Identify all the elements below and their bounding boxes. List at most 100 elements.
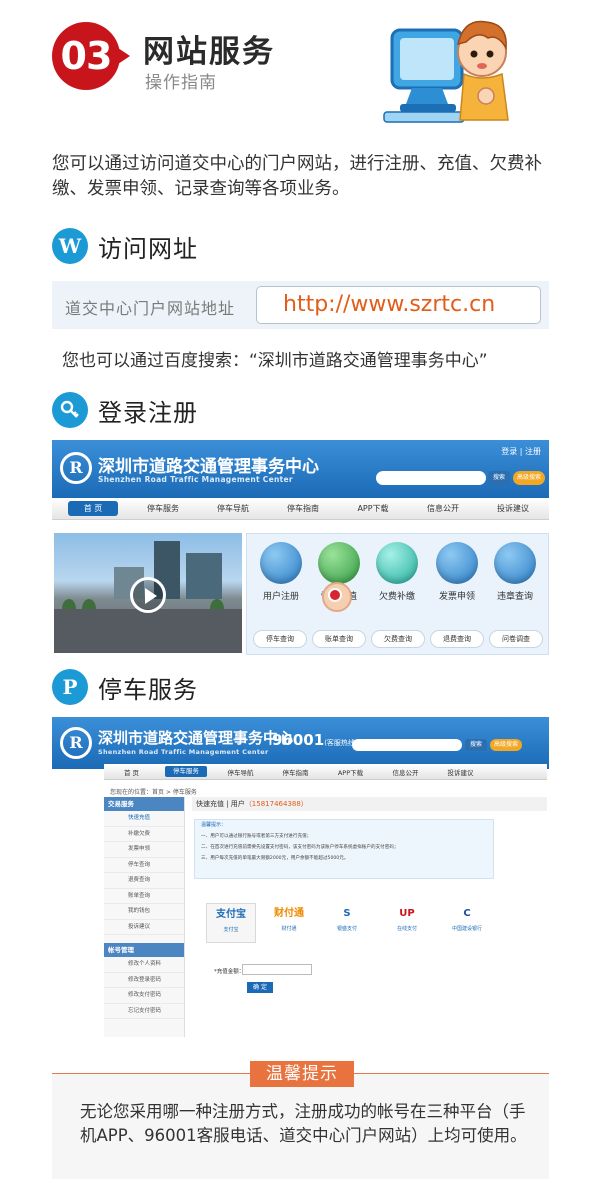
quick-link-parking-query[interactable]: 停车查询 bbox=[253, 630, 307, 648]
sidebar-item-wallet[interactable]: 我的钱包 bbox=[104, 904, 184, 920]
recharge-title: 快速充值 | 用户（15817464388） bbox=[192, 797, 547, 811]
nav-app-download[interactable]: APP下载 bbox=[338, 503, 408, 514]
portal-nav-bar: 首 页 停车服务 停车导航 停车指南 APP下载 信息公开 投诉建议 bbox=[104, 764, 547, 780]
nav-info-disclosure[interactable]: 信息公开 bbox=[408, 503, 478, 514]
section-heading-parking: P 停车服务 bbox=[52, 668, 198, 706]
sidebar-item-change-pay-password[interactable]: 修改支付密码 bbox=[104, 988, 184, 1004]
nav-parking-guide[interactable]: 停车指南 bbox=[268, 767, 323, 777]
sidebar-group-trading: 交易服务 bbox=[104, 797, 184, 811]
badge-number: 03 bbox=[60, 34, 113, 78]
login-register-links[interactable]: 登录 | 注册 bbox=[501, 446, 541, 457]
recharge-tip-2: 二、在首次进行充值前需要先设置支付密码，该支付密码为该账户停车系统虚拟账户的支付… bbox=[201, 845, 399, 850]
road-shape bbox=[54, 609, 242, 653]
portal-search-button[interactable]: 搜索 bbox=[488, 471, 510, 485]
play-icon[interactable] bbox=[130, 577, 166, 613]
service-user-register[interactable]: 用户注册 bbox=[253, 542, 309, 602]
service-invoice-request[interactable]: 发票申领 bbox=[429, 542, 485, 602]
portal-name-en: Shenzhen Road Traffic Management Center bbox=[98, 748, 269, 756]
recharge-tips-box: 温馨提示： 一、用户可以通过银行账号或者第三方支付进行充值； 二、在首次进行充值… bbox=[194, 819, 494, 879]
baidu-search-hint: 您也可以通过百度搜索：“深圳市道路交通管理事务中心” bbox=[62, 351, 488, 371]
nav-home[interactable]: 首 页 bbox=[104, 767, 159, 777]
portal-search-button[interactable]: 搜索 bbox=[465, 739, 487, 751]
recharge-tips-title: 温馨提示： bbox=[201, 822, 227, 828]
page-subtitle: 操作指南 bbox=[145, 73, 217, 93]
recharge-main-panel: 快速充值 | 用户（15817464388） 温馨提示： 一、用户可以通过银行账… bbox=[192, 797, 547, 1037]
tenpay-logo-icon: 财付通 bbox=[274, 908, 304, 919]
recharge-tip-3: 三、用户每次充值的单笔最大限额2000元，用户余额不能超过5000元。 bbox=[201, 856, 349, 861]
recharge-tip-1: 一、用户可以通过银行账号或者第三方支付进行充值； bbox=[201, 834, 312, 839]
unionpay-logo-icon: UP bbox=[399, 908, 415, 919]
sidebar-item-quick-recharge[interactable]: 快速充值 bbox=[104, 811, 184, 827]
recharge-amount-label: *充值金额： bbox=[214, 969, 245, 975]
portal-name-en: Shenzhen Road Traffic Management Center bbox=[98, 475, 293, 484]
portal-homepage-screenshot: R 深圳市道路交通管理事务中心 Shenzhen Road Traffic Ma… bbox=[52, 440, 549, 655]
nav-parking-guide[interactable]: 停车指南 bbox=[268, 503, 338, 514]
nav-complaints[interactable]: 投诉建议 bbox=[433, 767, 488, 777]
nav-complaints[interactable]: 投诉建议 bbox=[478, 503, 548, 514]
nav-parking-service[interactable]: 停车服务 bbox=[128, 503, 198, 514]
section-title-parking: 停车服务 bbox=[98, 675, 198, 704]
invoice-icon bbox=[436, 542, 478, 584]
recharge-amount-input[interactable] bbox=[242, 964, 312, 975]
sidebar-item-complaints[interactable]: 投诉建议 bbox=[104, 920, 184, 935]
portal-address-label: 道交中心门户网站地址 bbox=[65, 299, 236, 318]
nav-info-disclosure[interactable]: 信息公开 bbox=[378, 767, 433, 777]
portal-name-cn: 深圳市道路交通管理事务中心 bbox=[98, 729, 294, 747]
nav-parking-navigation[interactable]: 停车导航 bbox=[198, 503, 268, 514]
quick-link-refund-query[interactable]: 退费查询 bbox=[430, 630, 484, 648]
intro-paragraph: 您可以通过访问道交中心的门户网站，进行注册、充值、欠费补缴、发票申领、记录查询等… bbox=[52, 154, 542, 199]
nav-home[interactable]: 首 页 bbox=[68, 501, 118, 516]
alipay-logo-icon: 支付宝 bbox=[216, 909, 246, 920]
breadcrumb: 您现在的位置：首页 > 停车服务 bbox=[110, 789, 197, 796]
building-shape bbox=[186, 553, 222, 599]
sidebar-item-pay-arrears[interactable]: 补缴欠费 bbox=[104, 827, 184, 842]
portal-advanced-search-button[interactable]: 高级搜索 bbox=[513, 471, 545, 485]
recharge-page-screenshot: R 深圳市道路交通管理事务中心 Shenzhen Road Traffic Ma… bbox=[52, 717, 549, 1037]
service-violation-query[interactable]: 违章查询 bbox=[487, 542, 543, 602]
sidebar-item-forgot-pay-password[interactable]: 忘记支付密码 bbox=[104, 1004, 184, 1019]
portal-address-box: 道交中心门户网站地址 http://www.szrtc.cn bbox=[52, 281, 549, 329]
promo-video-thumbnail[interactable] bbox=[54, 533, 242, 653]
ysepay-logo-icon: S bbox=[343, 908, 351, 919]
sidebar-item-invoice[interactable]: 发票申领 bbox=[104, 842, 184, 858]
portal-banner: R 深圳市道路交通管理事务中心 Shenzhen Road Traffic Ma… bbox=[52, 717, 549, 769]
nav-parking-navigation[interactable]: 停车导航 bbox=[213, 767, 268, 777]
sidebar: 交易服务 快速充值 补缴欠费 发票申领 停车查询 退费查询 账单查询 我的钱包 … bbox=[104, 797, 185, 1037]
payment-tenpay[interactable]: 财付通 财付通 bbox=[264, 903, 314, 932]
pointing-hand-icon bbox=[322, 582, 352, 612]
section-heading-url: W 访问网址 bbox=[52, 227, 198, 265]
web-w-icon: W bbox=[52, 228, 88, 264]
quick-link-bill-query[interactable]: 账单查询 bbox=[312, 630, 366, 648]
section-number-badge: 03 bbox=[52, 22, 132, 90]
section-title-url: 访问网址 bbox=[98, 234, 198, 263]
sidebar-item-refund-query[interactable]: 退费查询 bbox=[104, 873, 184, 889]
payment-unionpay[interactable]: UP 在线支付 bbox=[382, 903, 432, 932]
portal-url-field[interactable]: http://www.szrtc.cn bbox=[256, 286, 541, 324]
clock-icon bbox=[376, 542, 418, 584]
sidebar-item-bill-query[interactable]: 账单查询 bbox=[104, 889, 184, 904]
nav-parking-service[interactable]: 停车服务 bbox=[165, 766, 207, 777]
sidebar-group-account: 帐号管理 bbox=[104, 943, 184, 957]
quick-link-arrears-query[interactable]: 欠费查询 bbox=[371, 630, 425, 648]
szrtc-logo-icon: R bbox=[60, 727, 92, 759]
portal-search-input[interactable] bbox=[352, 739, 462, 751]
nav-app-download[interactable]: APP下载 bbox=[323, 767, 378, 777]
payment-ccb[interactable]: C 中国建设银行 bbox=[442, 903, 492, 932]
szrtc-logo-icon: R bbox=[60, 452, 92, 484]
payment-ysepay[interactable]: S 银盛支付 bbox=[322, 903, 372, 932]
portal-advanced-search-button[interactable]: 高级搜索 bbox=[490, 739, 522, 751]
sidebar-item-change-login-password[interactable]: 修改登录密码 bbox=[104, 973, 184, 988]
page-title: 网站服务 bbox=[143, 34, 275, 70]
user-phone: （15817464388） bbox=[244, 800, 308, 808]
warm-tip-text: 无论您采用哪一种注册方式，注册成功的帐号在三种平台（手机APP、96001客服电… bbox=[80, 1102, 527, 1145]
sidebar-item-parking-query[interactable]: 停车查询 bbox=[104, 858, 184, 873]
service-arrears-payment[interactable]: 欠费补缴 bbox=[369, 542, 425, 602]
portal-nav-bar: 首 页 停车服务 停车导航 停车指南 APP下载 信息公开 投诉建议 bbox=[52, 498, 549, 520]
recharge-confirm-button[interactable]: 确 定 bbox=[247, 982, 273, 993]
quick-link-survey[interactable]: 问卷调查 bbox=[489, 630, 543, 648]
payment-alipay[interactable]: 支付宝 支付宝 bbox=[206, 903, 256, 943]
portal-name-cn: 深圳市道路交通管理事务中心 bbox=[98, 457, 319, 477]
portal-search-input[interactable] bbox=[376, 471, 486, 485]
sidebar-item-edit-profile[interactable]: 修改个人资料 bbox=[104, 957, 184, 973]
parking-p-icon: P bbox=[52, 669, 88, 705]
